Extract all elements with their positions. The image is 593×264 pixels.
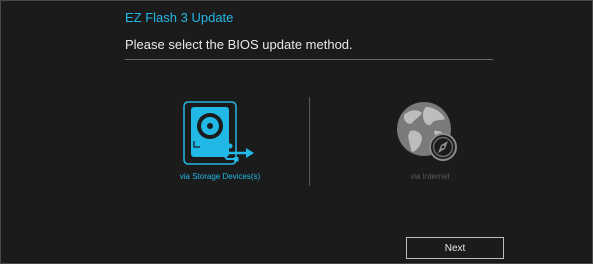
dialog-subtitle: Please select the BIOS update method. bbox=[125, 37, 353, 52]
next-button[interactable]: Next bbox=[406, 237, 504, 259]
option-storage-devices[interactable]: via Storage Devices(s) bbox=[150, 97, 290, 181]
option-internet[interactable]: via Internet bbox=[360, 97, 500, 181]
options-divider bbox=[309, 97, 310, 186]
option-internet-label: via Internet bbox=[410, 172, 450, 181]
dialog-title: EZ Flash 3 Update bbox=[125, 10, 234, 25]
storage-usb-icon bbox=[150, 97, 290, 169]
globe-compass-icon bbox=[360, 97, 500, 169]
subtitle-divider bbox=[125, 59, 493, 60]
option-storage-label: via Storage Devices(s) bbox=[179, 172, 261, 181]
